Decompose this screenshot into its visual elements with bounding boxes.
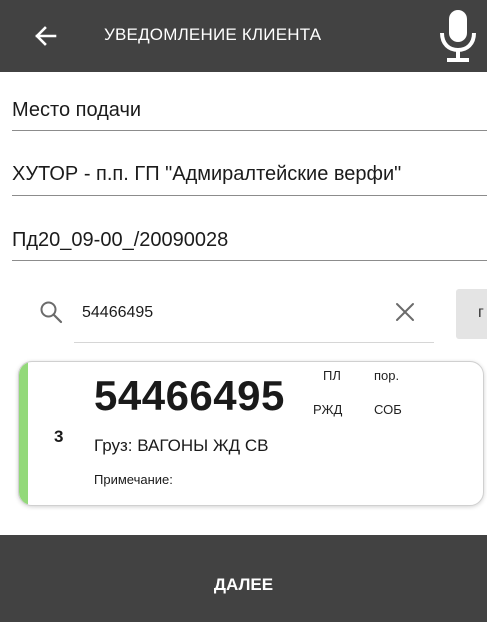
document-code-field[interactable]: Пд20_09-00_/20090028 [12,229,487,261]
wagon-ownership-tag: СОБ [374,402,402,417]
note-label: Примечание: [94,472,173,487]
search-side-button-label: г [478,304,484,321]
voice-input-button[interactable] [438,6,478,66]
next-button[interactable]: ДАЛЕЕ [0,535,487,622]
cargo-label: Груз: ВАГОНЫ ЖД СВ [94,436,269,455]
wagon-load-state-tag: пор. [374,368,400,383]
search-icon [40,301,63,324]
address-field[interactable]: ХУТОР - п.п. ГП "Адмиралтейские верфи" [12,163,487,196]
search-underline [74,342,434,343]
next-button-label: ДАЛЕЕ [213,575,274,594]
wagon-card[interactable]: 3 54466495 ПЛ пор. РЖД СОБ Груз: ВАГОНЫ … [18,361,484,506]
wagon-sequence-number: 3 [54,427,64,446]
wagon-type-tag: ПЛ [323,368,341,383]
search-side-button[interactable]: г [456,289,487,339]
close-icon[interactable] [393,300,417,324]
arrow-left-icon [35,26,57,46]
app-bar: УВЕДОМЛЕНИЕ КЛИЕНТА [0,0,487,72]
back-button[interactable] [30,20,64,52]
search-input[interactable] [82,301,302,325]
wagon-owner-tag: РЖД [313,402,343,417]
place-of-delivery-field[interactable]: Место подачи [12,99,487,131]
card-status-accent [19,362,28,505]
page-title: УВЕДОМЛЕНИЕ КЛИЕНТА [104,25,322,44]
wagon-number: 54466495 [94,372,285,419]
microphone-icon [440,10,476,62]
